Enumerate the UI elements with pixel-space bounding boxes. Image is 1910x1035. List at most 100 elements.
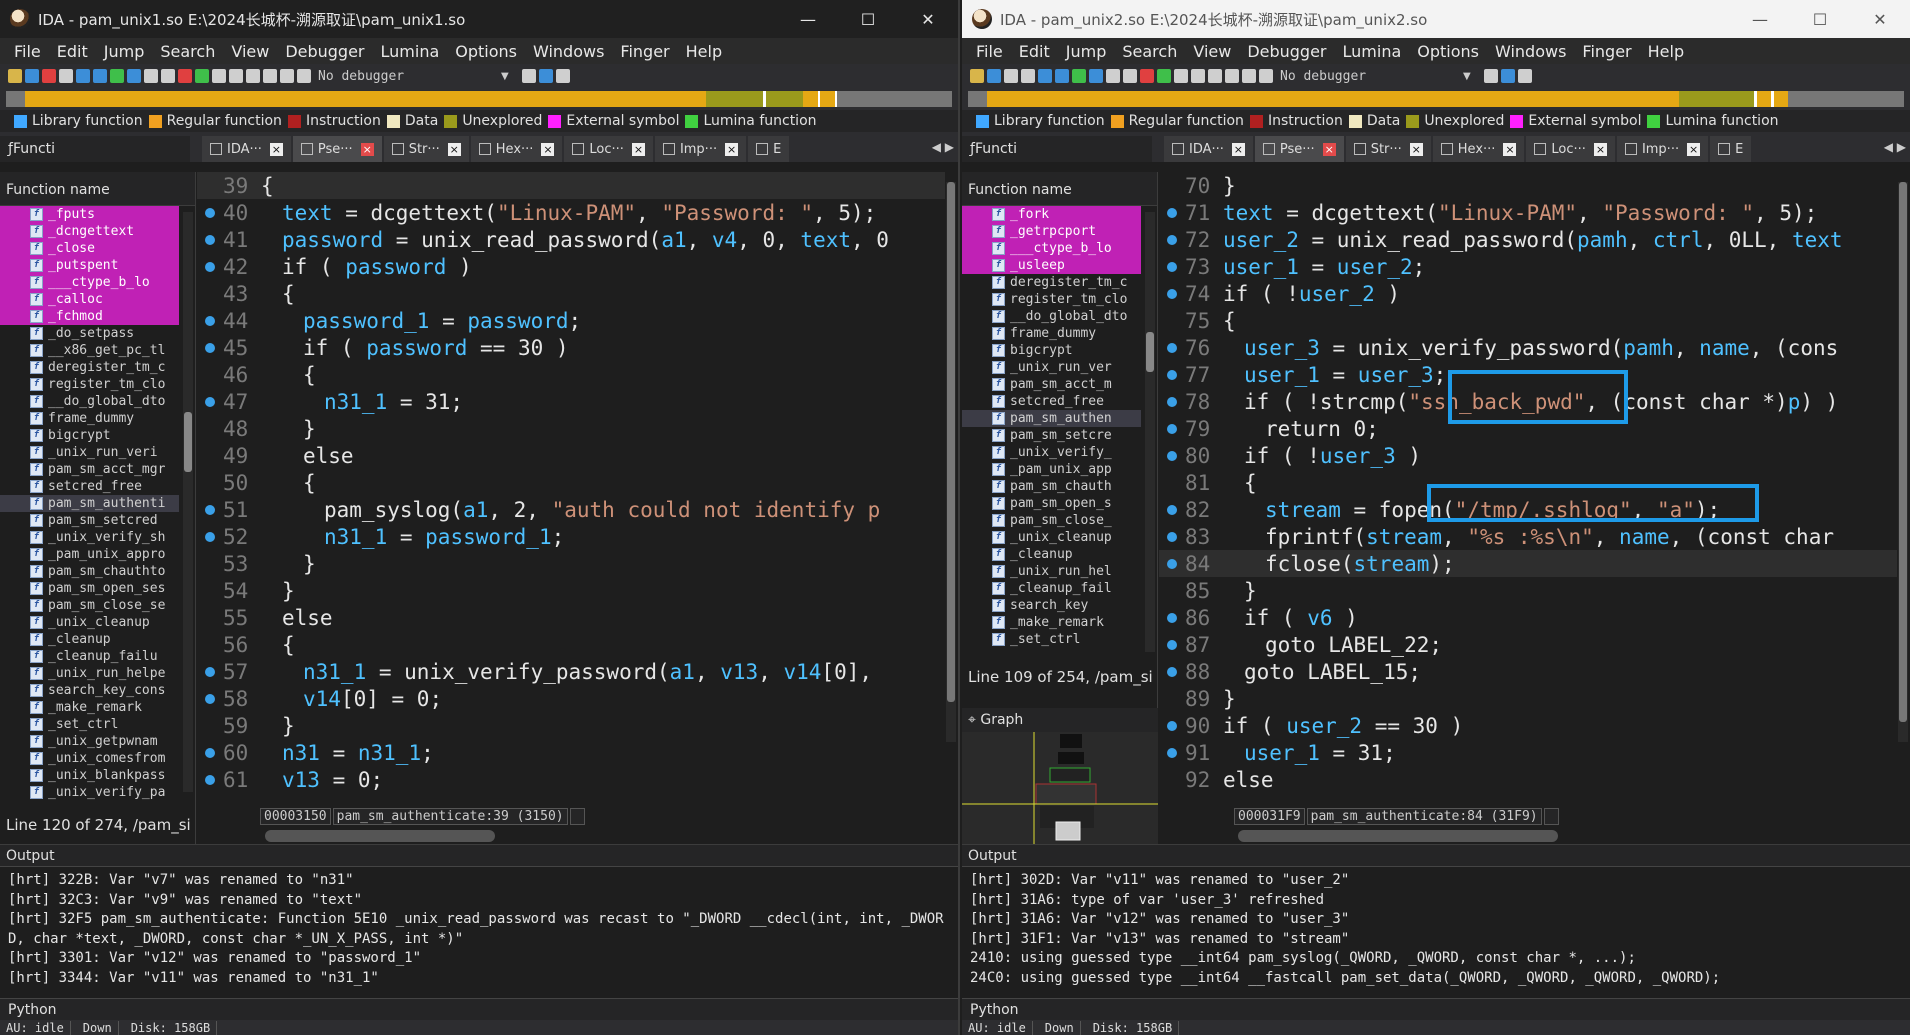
function-item[interactable]: f pam_sm_setcred [0, 512, 179, 529]
function-item[interactable]: f _unix_getpwnam [0, 733, 179, 750]
tab-6[interactable]: E [1710, 136, 1752, 162]
jump-icon[interactable] [76, 69, 90, 83]
code-line[interactable]: 75 { [1159, 307, 1897, 334]
code-line[interactable]: 53} [197, 550, 945, 577]
tab-close-icon[interactable]: × [1687, 142, 1701, 156]
function-item[interactable]: f deregister_tm_c [962, 274, 1141, 291]
code-line[interactable]: 80 if ( !user_3 ) [1159, 442, 1897, 469]
function-item[interactable]: f pam_sm_chauth [962, 478, 1141, 495]
undefine-icon[interactable] [144, 69, 158, 83]
code-line[interactable]: 84 fclose(stream); [1159, 550, 1897, 577]
function-item[interactable]: f pam_sm_close_se [0, 597, 179, 614]
function-item[interactable]: f _unix_run_veri [0, 444, 179, 461]
breakpoint-dot[interactable] [1159, 450, 1185, 461]
function-item[interactable]: f _unix_comesfrom [0, 750, 179, 767]
search-icon[interactable] [93, 69, 107, 83]
breakpoint-dot[interactable] [197, 666, 223, 677]
function-item[interactable]: f _unix_blankpass [0, 767, 179, 784]
menu-search[interactable]: Search [1114, 42, 1185, 61]
jump-icon[interactable] [1038, 69, 1052, 83]
code-line[interactable]: 54} [197, 577, 945, 604]
save-icon[interactable] [25, 69, 39, 83]
function-item[interactable]: f frame_dummy [962, 325, 1141, 342]
tab-close-icon[interactable]: × [541, 142, 555, 156]
function-item[interactable]: f search_key_cons [0, 682, 179, 699]
breakpoint-dot[interactable] [1159, 288, 1185, 299]
tab-close-icon[interactable]: × [360, 142, 374, 156]
function-item[interactable]: f ___ctype_b_lo [962, 240, 1141, 257]
breakpoint-dot[interactable] [197, 504, 223, 515]
menu-debugger[interactable]: Debugger [1239, 42, 1334, 61]
function-item[interactable]: f _cleanup [0, 631, 179, 648]
function-item[interactable]: f pam_sm_authenti [0, 495, 179, 512]
function-item[interactable]: f __x86_get_pc_tl [0, 342, 179, 359]
tab-5[interactable]: Imp··· × [1616, 136, 1709, 162]
function-scrollbar[interactable] [183, 212, 193, 792]
code-icon[interactable] [127, 69, 141, 83]
graph-icon[interactable] [1208, 69, 1222, 83]
code-line[interactable]: 50 { [197, 469, 945, 496]
enum-icon[interactable] [229, 69, 243, 83]
code-line[interactable]: 39 { [197, 172, 945, 199]
function-item[interactable]: f _putspent [0, 257, 179, 274]
function-item[interactable]: f pam_sm_acct_m [962, 376, 1141, 393]
function-item[interactable]: f pam_sm_open_s [962, 495, 1141, 512]
search-icon[interactable] [1055, 69, 1069, 83]
chevron-down-icon[interactable]: ▼ [1463, 71, 1471, 82]
function-item[interactable]: f _unix_cleanup [0, 614, 179, 631]
function-item[interactable]: f _set_ctrl [962, 631, 1141, 648]
code-line[interactable]: 55 else [197, 604, 945, 631]
function-item[interactable]: f _unix_cleanup [962, 529, 1141, 546]
chevron-down-icon[interactable]: ▼ [501, 71, 509, 82]
code-line[interactable]: 41 password = unix_read_password(a1, v4, … [197, 226, 945, 253]
code-line[interactable]: 49 else [197, 442, 945, 469]
text-icon[interactable] [161, 69, 175, 83]
function-item[interactable]: f register_tm_clo [0, 376, 179, 393]
function-item[interactable]: f _set_ctrl [0, 716, 179, 733]
function-item[interactable]: f _unix_verify_sh [0, 529, 179, 546]
code-line[interactable]: 51 pam_syslog(a1, 2, "auth could not iden… [197, 496, 945, 523]
breakpoint-dot[interactable] [1159, 747, 1185, 758]
play-icon[interactable] [1225, 69, 1239, 83]
pause-icon[interactable] [280, 69, 294, 83]
navigation-band[interactable] [962, 88, 1910, 110]
breakpoint-dot[interactable] [197, 396, 223, 407]
function-item[interactable]: f pam_sm_chauthto [0, 563, 179, 580]
tab-2[interactable]: Str··· × [383, 136, 469, 162]
close-icon[interactable]: ✕ [898, 0, 958, 38]
code-line[interactable]: 60 n31 = n31_1; [197, 739, 945, 766]
breakpoint-dot[interactable] [197, 747, 223, 758]
play-icon[interactable] [263, 69, 277, 83]
function-item[interactable]: f _cleanup_fail [962, 580, 1141, 597]
function-item[interactable]: f setcred_free [962, 393, 1141, 410]
menu-edit[interactable]: Edit [49, 42, 96, 61]
breakpoint-dot[interactable] [1159, 396, 1185, 407]
tab-0[interactable]: IDA··· × [202, 136, 291, 162]
tab-close-icon[interactable]: × [725, 142, 739, 156]
menu-help[interactable]: Help [678, 42, 730, 61]
open-icon[interactable] [970, 69, 984, 83]
code-line[interactable]: 87 goto LABEL_22; [1159, 631, 1897, 658]
pause-icon[interactable] [1242, 69, 1256, 83]
function-item[interactable]: f bigcrypt [0, 427, 179, 444]
tab-close-icon[interactable]: × [1322, 142, 1336, 156]
menu-finger[interactable]: Finger [612, 42, 677, 61]
maximize-icon[interactable]: ☐ [838, 0, 898, 38]
code-line[interactable]: 89} [1159, 685, 1897, 712]
python-cli[interactable]: Python [962, 998, 1910, 1020]
output-window[interactable]: [hrt] 302D: Var "v11" was renamed to "us… [962, 866, 1910, 998]
save-icon[interactable] [987, 69, 1001, 83]
breakpoint-dot[interactable] [1159, 369, 1185, 380]
function-item[interactable]: f pam_sm_setcre [962, 427, 1141, 444]
menu-help[interactable]: Help [1640, 42, 1692, 61]
function-item[interactable]: f __do_global_dto [962, 308, 1141, 325]
breakpoint-dot[interactable] [1159, 423, 1185, 434]
function-item[interactable]: f pam_sm_open_ses [0, 580, 179, 597]
breakpoint-dot[interactable] [1159, 612, 1185, 623]
breakpoint-dot[interactable] [1159, 342, 1185, 353]
hexrays-icon[interactable] [538, 69, 553, 83]
text-icon[interactable] [1123, 69, 1137, 83]
function-item[interactable]: f __do_global_dto [0, 393, 179, 410]
function-item[interactable]: f _dcngettext [0, 223, 179, 240]
breakpoint-dot[interactable] [1159, 720, 1185, 731]
